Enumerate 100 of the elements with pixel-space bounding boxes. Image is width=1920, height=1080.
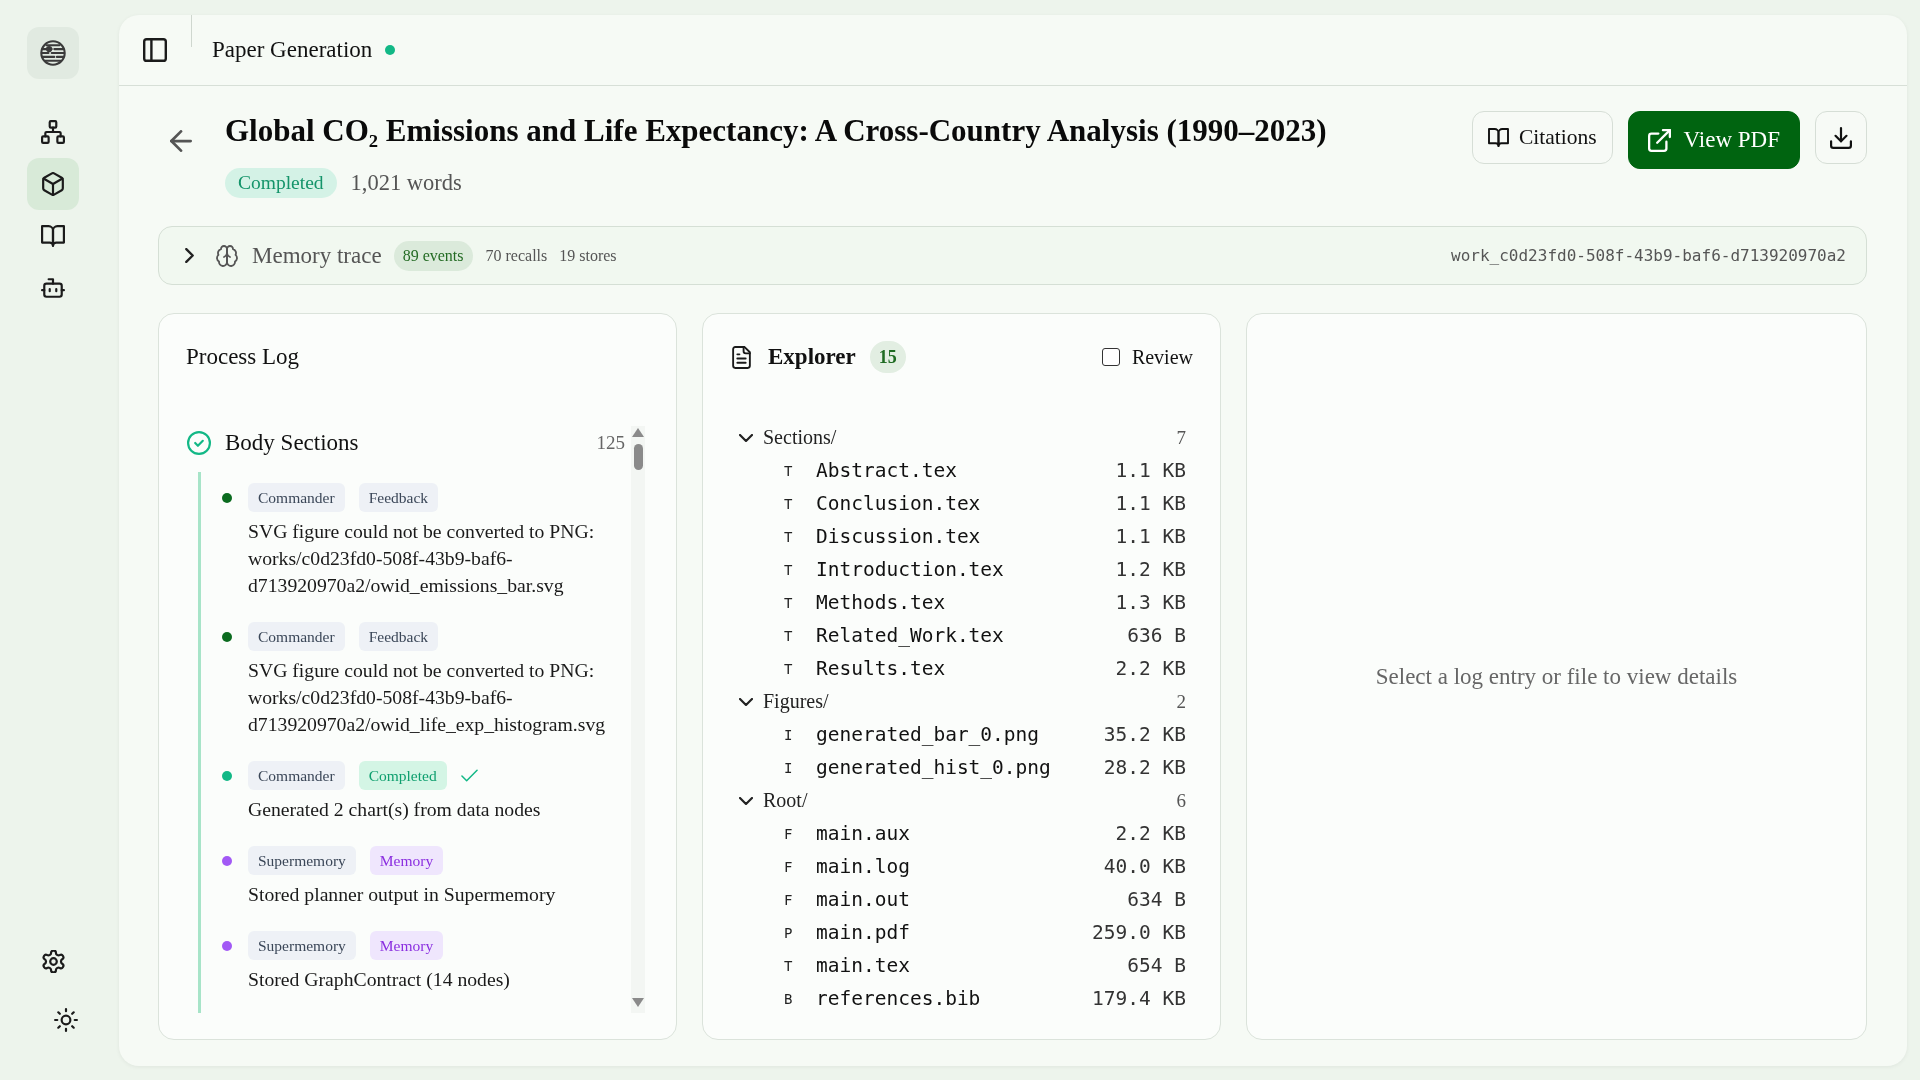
file-type-letter: F — [784, 891, 794, 908]
file-size: 1.3 KB — [1115, 591, 1186, 614]
robot-icon — [41, 278, 65, 298]
file-name[interactable]: Related_Work.tex — [816, 624, 1004, 647]
chevron-down-icon[interactable] — [739, 697, 753, 706]
log-tag: Completed — [358, 761, 447, 790]
chevron-down-icon[interactable] — [739, 796, 753, 805]
log-tag: Memory — [369, 846, 444, 875]
file-name[interactable]: Abstract.tex — [816, 459, 957, 482]
log-message[interactable]: Stored planner output in Supermemory — [248, 881, 556, 908]
file-type-letter: T — [784, 594, 794, 611]
folder-name[interactable]: Sections/ — [763, 426, 837, 449]
nav-button[interactable] — [27, 158, 79, 210]
file-name[interactable]: Methods.tex — [816, 591, 946, 614]
download-icon — [1830, 126, 1852, 149]
file-size: 35.2 KB — [1103, 723, 1186, 746]
file-name[interactable]: Results.tex — [816, 657, 946, 680]
file-size: 654 B — [1127, 954, 1186, 977]
book-icon — [1487, 128, 1509, 147]
file-size: 179.4 KB — [1092, 987, 1186, 1010]
file-type-letter: F — [784, 858, 794, 875]
file-name[interactable]: main.pdf — [816, 921, 910, 944]
file-size: 1.1 KB — [1115, 525, 1186, 548]
memory-trace-label: Memory trace — [252, 242, 382, 269]
file-size: 1.1 KB — [1115, 459, 1186, 482]
scroll-down-icon[interactable] — [632, 998, 644, 1007]
settings-icon — [41, 949, 65, 973]
log-message[interactable]: SVG figure could not be converted to PNG: works/c0d23fd0-508f-43b9-baf6-d713920970a2/owid_emissions_bar.svg — [248, 518, 622, 599]
file-count-badge: 15 — [869, 341, 906, 373]
file-size: 1.1 KB — [1115, 492, 1186, 515]
sun-icon — [54, 1008, 78, 1032]
section-title[interactable]: Body Sections — [225, 430, 359, 456]
chevron-right-icon[interactable] — [185, 248, 194, 263]
file-size: 28.2 KB — [1103, 756, 1186, 779]
log-message[interactable]: Stored GraphContract (14 nodes) — [248, 966, 510, 993]
work-id: work_c0d23fd0-508f-43b9-baf6-d713920970a2 — [1451, 246, 1846, 265]
review-label[interactable]: Review — [1131, 345, 1193, 369]
file-name[interactable]: main.log — [816, 855, 910, 878]
document-icon — [732, 345, 751, 369]
log-tag: Feedback — [358, 483, 438, 512]
scrollbar-track[interactable] — [631, 426, 645, 1013]
file-type-letter: T — [784, 561, 794, 578]
recalls-count: 70 recalls — [485, 246, 548, 265]
brain-icon — [216, 244, 238, 267]
file-name[interactable]: main.tex — [816, 954, 910, 977]
logo-icon — [27, 27, 79, 79]
back-button[interactable] — [170, 130, 192, 152]
file-size: 634 B — [1127, 888, 1186, 911]
stores-count: 19 stores — [559, 246, 617, 265]
file-count: 2 — [1176, 690, 1186, 713]
log-tag: Supermemory — [248, 931, 356, 960]
log-tag: Commander — [248, 761, 345, 790]
file-count: 7 — [1176, 426, 1186, 449]
file-name[interactable]: generated_bar_0.png — [816, 723, 1040, 746]
log-tag: Memory — [369, 931, 444, 960]
file-name[interactable]: main.aux — [816, 822, 910, 845]
file-name[interactable]: Conclusion.tex — [816, 492, 981, 515]
panel-title: Explorer — [768, 344, 856, 370]
folder-name[interactable]: Root/ — [763, 789, 808, 812]
file-size: 2.2 KB — [1115, 822, 1186, 845]
file-type-letter: T — [784, 495, 794, 512]
log-tag: Commander — [248, 622, 345, 651]
file-count: 6 — [1176, 789, 1186, 812]
chevron-down-icon[interactable] — [739, 433, 753, 442]
file-size: 40.0 KB — [1103, 855, 1186, 878]
review-checkbox[interactable] — [1101, 348, 1120, 366]
external-link-icon — [1647, 128, 1671, 152]
book-icon — [41, 225, 65, 247]
download-button[interactable] — [1815, 111, 1867, 164]
file-name[interactable]: Discussion.tex — [816, 525, 981, 548]
log-tag: Supermemory — [248, 846, 356, 875]
log-tag: Commander — [248, 483, 345, 512]
event-count: 125 — [596, 432, 625, 454]
file-size: 1.2 KB — [1115, 558, 1186, 581]
log-message[interactable]: SVG figure could not be converted to PNG: works/c0d23fd0-508f-43b9-baf6-d713920970a2/owid_life_exp_histogram.svg — [248, 657, 622, 738]
sitemap-icon — [41, 120, 65, 144]
file-name[interactable]: main.out — [816, 888, 910, 911]
file-name[interactable]: references.bib — [816, 987, 981, 1010]
events-count-badge: 89 events — [393, 240, 473, 271]
file-type-letter: P — [784, 924, 794, 941]
log-message[interactable]: Generated 2 chart(s) from data nodes — [248, 796, 541, 823]
file-type-letter: B — [784, 990, 794, 1007]
file-type-letter: T — [784, 660, 794, 677]
scrollbar-thumb[interactable] — [633, 444, 643, 470]
file-type-letter: I — [784, 759, 794, 776]
citations-button[interactable]: Citations — [1471, 111, 1613, 164]
file-size: 636 B — [1127, 624, 1186, 647]
file-type-letter: T — [784, 627, 794, 644]
file-size: 259.0 KB — [1092, 921, 1186, 944]
status-badge: Completed — [225, 168, 337, 198]
file-type-letter: T — [784, 528, 794, 545]
memory-trace-bar[interactable]: Memory trace 89 events 70 recalls 19 stores work_c0d23fd0-508f-43b9-baf6-d713920970a2 — [158, 226, 1867, 285]
sidebar-toggle-button[interactable] — [143, 38, 167, 62]
file-name[interactable]: Introduction.tex — [816, 558, 1004, 581]
file-type-letter: I — [784, 726, 794, 743]
sidebar-icon — [143, 38, 167, 62]
scroll-up-icon[interactable] — [632, 428, 644, 437]
view-pdf-button[interactable]: View PDF — [1627, 111, 1800, 169]
folder-name[interactable]: Figures/ — [763, 690, 829, 713]
file-name[interactable]: generated_hist_0.png — [816, 756, 1051, 779]
